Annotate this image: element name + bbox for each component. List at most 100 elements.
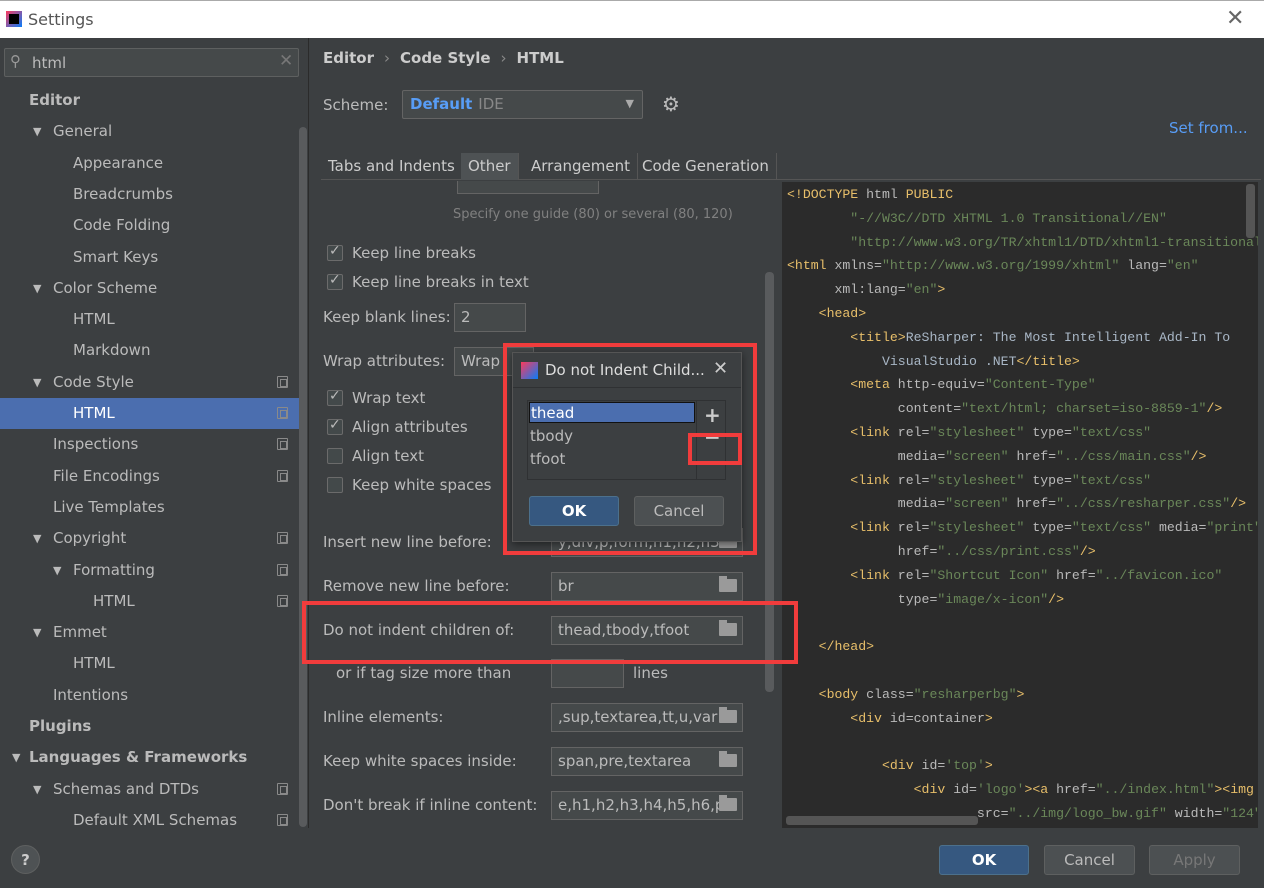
sidebar-item-color-scheme[interactable]: ▼ Color Scheme <box>0 273 299 304</box>
code-token: "stylesheet" <box>929 425 1033 440</box>
code-token: <link <box>787 425 898 440</box>
visual-guides-field[interactable] <box>457 181 599 194</box>
sidebar-item-breadcrumbs[interactable]: Breadcrumbs <box>0 179 299 210</box>
chevron-down-icon[interactable]: ▼ <box>33 367 41 398</box>
keep-blank-lines-input[interactable]: 2 <box>454 303 526 332</box>
code-token: xmlns= <box>834 258 882 274</box>
ok-button[interactable]: OK <box>939 845 1029 875</box>
chevron-down-icon[interactable]: ▼ <box>33 523 41 554</box>
clear-search-icon[interactable]: ✕ <box>279 51 293 71</box>
tab-code-generation[interactable]: Code Generation <box>635 153 777 180</box>
code-token: rel= <box>897 472 930 488</box>
sidebar-item-label: HTML <box>73 310 115 329</box>
code-line: "http://www.w3.org/TR/xhtml1/DTD/xhtml1-… <box>787 235 1258 259</box>
sidebar-item-editor[interactable]: Editor <box>0 85 299 116</box>
code-token: <link <box>787 567 898 583</box>
chevron-down-icon[interactable]: ▼ <box>33 774 41 805</box>
sidebar-item-markdown[interactable]: Markdown <box>0 335 299 366</box>
chevron-down-icon[interactable]: ▼ <box>53 555 61 586</box>
project-scope-icon <box>277 813 288 826</box>
code-token: rel= <box>897 520 930 536</box>
code-line: <title>ReSharper: The Most Intelligent A… <box>787 330 1230 354</box>
scheme-dropdown[interactable]: Default IDE ▼ <box>402 90 643 119</box>
code-token: </title> <box>1016 353 1080 369</box>
remove-new-line-input[interactable]: br <box>551 572 743 601</box>
chevron-down-icon[interactable]: ▼ <box>33 617 41 648</box>
remove-new-line-value: br <box>558 577 574 595</box>
chevron-down-icon[interactable]: ▼ <box>33 116 41 147</box>
sidebar-item-html[interactable]: HTML <box>0 586 299 617</box>
project-scope-icon <box>277 438 288 451</box>
inline-elements-input[interactable]: ,sup,textarea,tt,u,var <box>551 703 743 732</box>
sidebar-item-copyright[interactable]: ▼ Copyright <box>0 523 299 554</box>
search-box: ⚲ ✕ <box>4 48 299 77</box>
help-button[interactable]: ? <box>11 845 40 874</box>
sidebar-item-smart-keys[interactable]: Smart Keys <box>0 242 299 273</box>
sidebar-item-languages-frameworks[interactable]: ▼ Languages & Frameworks <box>0 742 299 773</box>
code-token: class= <box>866 686 914 702</box>
keep-ws-inside-input[interactable]: span,pre,textarea <box>551 747 743 776</box>
guides-hint: Specify one guide (80) or several (80, 1… <box>453 207 733 222</box>
wrap-text-checkbox[interactable] <box>327 388 343 406</box>
breadcrumb-item[interactable]: Code Style <box>400 49 491 67</box>
sidebar-item-inspections[interactable]: Inspections <box>0 429 299 460</box>
code-line: type="image/x-icon"/> <box>787 592 1064 616</box>
sidebar-item-schemas-and-dtds[interactable]: ▼ Schemas and DTDs <box>0 774 299 805</box>
set-from-link[interactable]: Set from... <box>1169 119 1248 137</box>
sidebar-item-emmet[interactable]: ▼ Emmet <box>0 617 299 648</box>
preview-vertical-scrollbar[interactable] <box>1246 184 1255 238</box>
title-bar: Settings ✕ <box>0 0 1264 38</box>
sidebar-item-intentions[interactable]: Intentions <box>0 680 299 711</box>
sidebar-item-file-encodings[interactable]: File Encodings <box>0 461 299 492</box>
tab-tabs-and-indents[interactable]: Tabs and Indents <box>321 153 463 180</box>
folder-icon[interactable] <box>719 707 737 723</box>
sidebar-item-live-templates[interactable]: Live Templates <box>0 492 299 523</box>
code-token: <div <box>787 758 922 774</box>
cancel-button[interactable]: Cancel <box>1044 845 1135 875</box>
keep-line-breaks-checkbox[interactable] <box>327 243 343 261</box>
sidebar-item-code-folding[interactable]: Code Folding <box>0 210 299 241</box>
tab-arrangement[interactable]: Arrangement <box>524 153 639 180</box>
code-token: "Content-Type" <box>984 377 1096 393</box>
tab-other[interactable]: Other <box>461 153 519 180</box>
preview-horizontal-scrollbar[interactable] <box>786 816 978 825</box>
code-token: "124" <box>1222 805 1258 821</box>
sidebar-item-html[interactable]: HTML <box>0 398 299 429</box>
chevron-down-icon[interactable]: ▼ <box>33 273 41 304</box>
sidebar-item-html[interactable]: HTML <box>0 304 299 335</box>
code-token: <meta <box>787 377 898 393</box>
code-token: > <box>984 758 993 774</box>
sidebar-item-appearance[interactable]: Appearance <box>0 148 299 179</box>
sidebar-item-formatting[interactable]: ▼ Formatting <box>0 555 299 586</box>
sidebar-item-html[interactable]: HTML <box>0 648 299 679</box>
align-text-checkbox[interactable] <box>327 448 343 464</box>
code-token: type= <box>787 591 938 607</box>
breadcrumb-item[interactable]: Editor <box>323 49 374 67</box>
scheme-name: Default <box>410 95 473 113</box>
code-line: media="screen" href="../css/resharper.cs… <box>787 496 1246 520</box>
sidebar-scrollbar[interactable] <box>299 127 307 827</box>
align-attributes-checkbox[interactable] <box>327 417 343 435</box>
code-line: <body class="resharperbg"> <box>787 686 1025 711</box>
dont-break-input[interactable]: e,h1,h2,h3,h4,h5,h6,p <box>551 791 743 820</box>
keep-line-breaks-text-checkbox[interactable] <box>327 272 343 290</box>
apply-button[interactable]: Apply <box>1149 845 1240 875</box>
folder-icon[interactable] <box>719 576 737 592</box>
folder-icon[interactable] <box>719 795 737 811</box>
code-token: PUBLIC <box>905 187 954 202</box>
code-token: VisualStudio .NET <box>787 353 1017 369</box>
tag-size-unit: lines <box>633 664 668 682</box>
gear-icon[interactable]: ⚙ <box>662 92 680 116</box>
sidebar-item-code-style[interactable]: ▼ Code Style <box>0 367 299 398</box>
chevron-down-icon[interactable]: ▼ <box>12 742 20 773</box>
keep-white-spaces-checkbox[interactable] <box>327 477 343 493</box>
code-token: media= <box>1158 520 1207 536</box>
search-input[interactable] <box>32 52 272 73</box>
annotation-highlight <box>302 601 798 664</box>
sidebar-item-plugins[interactable]: Plugins <box>0 711 299 742</box>
sidebar-item-label: Plugins <box>29 717 92 735</box>
folder-icon[interactable] <box>719 751 737 767</box>
sidebar-item-general[interactable]: ▼ General <box>0 116 299 147</box>
close-icon[interactable]: ✕ <box>1226 6 1244 31</box>
code-token: "../css/main.css" <box>1056 448 1191 464</box>
